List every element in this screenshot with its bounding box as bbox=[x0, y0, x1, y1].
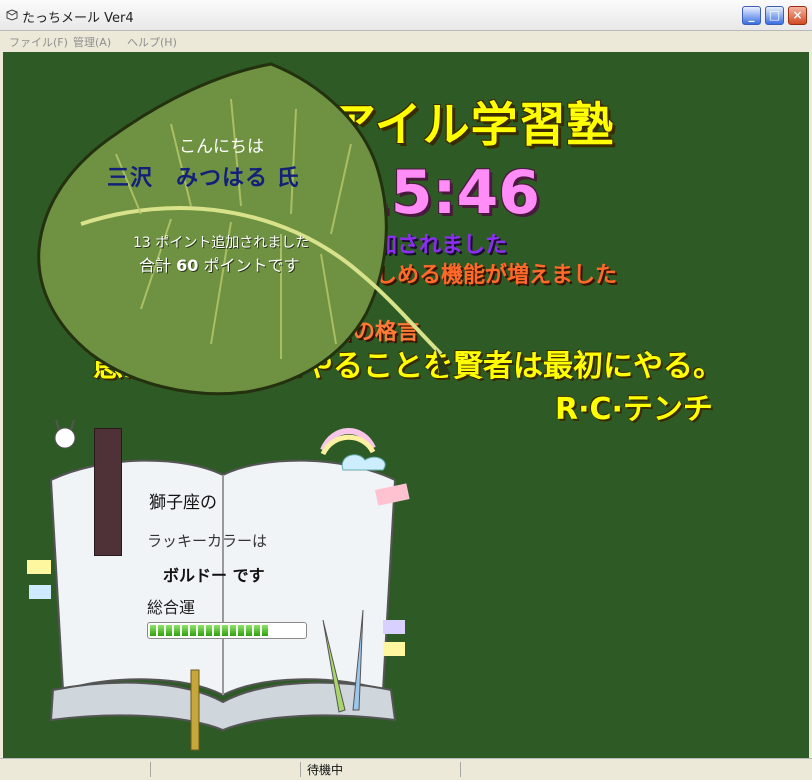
window-title: たっちメール Ver4 bbox=[22, 11, 134, 26]
user-name: 三沢 みつはる 氏 bbox=[107, 166, 300, 191]
leaf-card-image bbox=[37, 62, 451, 396]
fortune-bar-segment bbox=[246, 625, 252, 636]
zodiac-sign: 獅子座の bbox=[149, 493, 217, 513]
close-button[interactable]: × bbox=[788, 6, 807, 25]
maximize-icon: □ bbox=[768, 8, 781, 22]
proverb-author: R·C·テンチ bbox=[555, 392, 713, 427]
fortune-bar-segment bbox=[254, 625, 260, 636]
points-total-text: 合計 60 ポイントです bbox=[139, 252, 299, 276]
fortune-bar-segment bbox=[262, 625, 268, 636]
fortune-bar-segment bbox=[238, 625, 244, 636]
points-total-value: 60 bbox=[176, 256, 199, 275]
fortune-bar-segment bbox=[182, 625, 188, 636]
chalkboard: アイル学習塾 15:46 々と追加されました まが楽しめる機能が増えました 今日… bbox=[3, 52, 809, 758]
status-separator bbox=[300, 762, 301, 777]
menu-bar: ファイル(F) 管理(A) ヘルプ(H) bbox=[0, 31, 812, 51]
points-total-prefix: 合計 bbox=[139, 256, 172, 275]
fortune-bar-segment bbox=[166, 625, 172, 636]
menu-manage[interactable]: 管理(A) bbox=[73, 34, 111, 50]
fortune-bar-segment bbox=[174, 625, 180, 636]
points-total-suffix: ポイントです bbox=[203, 256, 300, 275]
greeting-text: こんにちは bbox=[179, 137, 264, 157]
lucky-color-value: ボルドー です bbox=[163, 566, 265, 585]
minimize-icon: _ bbox=[748, 8, 755, 22]
fortune-bar-segment bbox=[150, 625, 156, 636]
overall-fortune-label: 総合運 bbox=[147, 598, 196, 617]
open-book-image bbox=[27, 420, 410, 751]
fortune-bar-segment bbox=[190, 625, 196, 636]
status-bar: 待機中 bbox=[0, 758, 812, 780]
status-separator bbox=[150, 762, 151, 777]
maximize-button[interactable]: □ bbox=[765, 6, 784, 25]
fortune-bar-segment bbox=[206, 625, 212, 636]
fortune-bar-segment bbox=[222, 625, 228, 636]
close-icon: × bbox=[792, 8, 803, 22]
app-icon[interactable] bbox=[6, 9, 18, 21]
overall-fortune-bar bbox=[147, 622, 307, 639]
lucky-color-swatch bbox=[94, 428, 122, 556]
menu-help[interactable]: ヘルプ(H) bbox=[127, 34, 177, 50]
status-text: 待機中 bbox=[307, 763, 344, 777]
fortune-bar-segment bbox=[198, 625, 204, 636]
menu-file[interactable]: ファイル(F) bbox=[9, 34, 68, 50]
points-added-text: 13 ポイント追加されました bbox=[133, 235, 310, 251]
lucky-color-label: ラッキーカラーは bbox=[147, 532, 268, 550]
fortune-bar-segment bbox=[158, 625, 164, 636]
fortune-bar-segment bbox=[230, 625, 236, 636]
status-separator bbox=[460, 762, 461, 777]
fortune-bar-segment bbox=[214, 625, 220, 636]
title-bar[interactable]: たっちメール Ver4 _ □ × bbox=[0, 0, 812, 31]
minimize-button[interactable]: _ bbox=[742, 6, 761, 25]
